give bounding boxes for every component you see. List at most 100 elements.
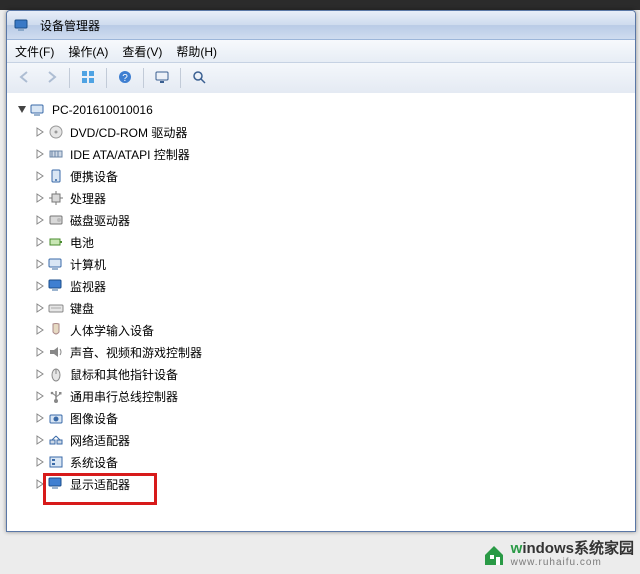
tree-node-label: 显示适配器 (68, 475, 132, 494)
system-icon (47, 453, 65, 471)
menubar: 文件(F) 操作(A) 查看(V) 帮助(H) (7, 40, 635, 63)
expand-arrow-icon[interactable] (33, 369, 47, 379)
expand-arrow-icon[interactable] (33, 413, 47, 423)
tree-node[interactable]: 系统设备 (11, 451, 631, 473)
tree-node-label: 磁盘驱动器 (68, 211, 132, 230)
tree-node[interactable]: 网络适配器 (11, 429, 631, 451)
expand-arrow-icon[interactable] (33, 193, 47, 203)
titlebar[interactable]: 设备管理器 (7, 11, 635, 40)
expand-arrow-icon[interactable] (33, 303, 47, 313)
tree-node[interactable]: 磁盘驱动器 (11, 209, 631, 231)
properties-button[interactable] (150, 66, 174, 90)
expand-arrow-icon[interactable] (33, 479, 47, 489)
toolbar: ? (7, 63, 635, 94)
show-hidden-button[interactable] (76, 66, 100, 90)
tree-node-label: 电池 (68, 233, 96, 252)
expand-arrow-icon[interactable] (33, 237, 47, 247)
arrow-right-icon (44, 70, 58, 87)
arrow-left-icon (18, 70, 32, 87)
menu-help[interactable]: 帮助(H) (176, 43, 217, 60)
tree-node-label: 键盘 (68, 299, 96, 318)
help-button[interactable]: ? (113, 66, 137, 90)
tree-node[interactable]: 显示适配器 (11, 473, 631, 495)
computer-icon (47, 255, 65, 273)
tree-node[interactable]: 处理器 (11, 187, 631, 209)
scan-icon (192, 70, 206, 87)
ata-icon (47, 145, 65, 163)
monitor-icon (47, 277, 65, 295)
computer-icon (29, 101, 47, 119)
grid-icon (81, 70, 95, 87)
portable-icon (47, 167, 65, 185)
tree-node[interactable]: 键盘 (11, 297, 631, 319)
watermark-brand-suffix: 系统家园 (574, 540, 634, 557)
tree-node[interactable]: 人体学输入设备 (11, 319, 631, 341)
expand-arrow-icon[interactable] (33, 325, 47, 335)
expand-arrow-icon[interactable] (33, 281, 47, 291)
menu-action[interactable]: 操作(A) (68, 43, 108, 60)
tree-node[interactable]: DVD/CD-ROM 驱动器 (11, 121, 631, 143)
display-icon (47, 475, 65, 493)
usb-icon (47, 387, 65, 405)
toolbar-separator (106, 68, 107, 88)
expand-arrow-icon[interactable] (33, 215, 47, 225)
tree-node-label: 声音、视频和游戏控制器 (68, 343, 204, 362)
back-button[interactable] (13, 66, 37, 90)
tree-node-label: IDE ATA/ATAPI 控制器 (68, 145, 192, 164)
svg-text:?: ? (122, 73, 128, 84)
tree-node-label: 系统设备 (68, 453, 120, 472)
tree-node[interactable]: 便携设备 (11, 165, 631, 187)
window-title: 设备管理器 (40, 17, 100, 34)
tree-node-label: 处理器 (68, 189, 108, 208)
tree-root[interactable]: PC-201610010016 (11, 99, 631, 121)
sound-icon (47, 343, 65, 361)
tree-node-label: 网络适配器 (68, 431, 132, 450)
tree-node[interactable]: 图像设备 (11, 407, 631, 429)
toolbar-separator (180, 68, 181, 88)
expand-arrow-icon[interactable] (33, 127, 47, 137)
imaging-icon (47, 409, 65, 427)
help-icon: ? (118, 70, 132, 87)
hid-icon (47, 321, 65, 339)
watermark: windows系统家园 www.ruhaifu.com (481, 541, 634, 568)
scan-button[interactable] (187, 66, 211, 90)
battery-icon (47, 233, 65, 251)
monitor-icon (155, 70, 169, 87)
tree-node[interactable]: 鼠标和其他指针设备 (11, 363, 631, 385)
device-manager-window: 设备管理器 文件(F) 操作(A) 查看(V) 帮助(H) ? (6, 10, 636, 532)
cpu-icon (47, 189, 65, 207)
tree-node-label: 监视器 (68, 277, 108, 296)
tree-node-label: 便携设备 (68, 167, 120, 186)
watermark-brand: indows (522, 540, 574, 557)
toolbar-separator (69, 68, 70, 88)
expand-arrow-icon[interactable] (33, 149, 47, 159)
tree-node[interactable]: 计算机 (11, 253, 631, 275)
menu-view[interactable]: 查看(V) (122, 43, 162, 60)
tree-root-label: PC-201610010016 (50, 102, 155, 118)
tree-node[interactable]: IDE ATA/ATAPI 控制器 (11, 143, 631, 165)
expand-arrow-icon[interactable] (15, 105, 29, 115)
forward-button[interactable] (39, 66, 63, 90)
tree-node-label: 人体学输入设备 (68, 321, 156, 340)
menu-file[interactable]: 文件(F) (15, 43, 54, 60)
expand-arrow-icon[interactable] (33, 259, 47, 269)
expand-arrow-icon[interactable] (33, 347, 47, 357)
expand-arrow-icon[interactable] (33, 171, 47, 181)
device-tree-panel[interactable]: PC-201610010016 DVD/CD-ROM 驱动器 IDE ATA/ATA… (7, 93, 635, 531)
keyboard-icon (47, 299, 65, 317)
disk-icon (47, 211, 65, 229)
watermark-url: www.ruhaifu.com (511, 558, 634, 568)
house-icon (481, 543, 507, 567)
expand-arrow-icon[interactable] (33, 435, 47, 445)
tree-node[interactable]: 声音、视频和游戏控制器 (11, 341, 631, 363)
tree-node-label: 鼠标和其他指针设备 (68, 365, 180, 384)
tree-node[interactable]: 监视器 (11, 275, 631, 297)
tree-node-label: 计算机 (68, 255, 108, 274)
app-icon (13, 16, 31, 34)
tree-node[interactable]: 电池 (11, 231, 631, 253)
tree-node-label: 通用串行总线控制器 (68, 387, 180, 406)
tree-node[interactable]: 通用串行总线控制器 (11, 385, 631, 407)
expand-arrow-icon[interactable] (33, 457, 47, 467)
mouse-icon (47, 365, 65, 383)
expand-arrow-icon[interactable] (33, 391, 47, 401)
